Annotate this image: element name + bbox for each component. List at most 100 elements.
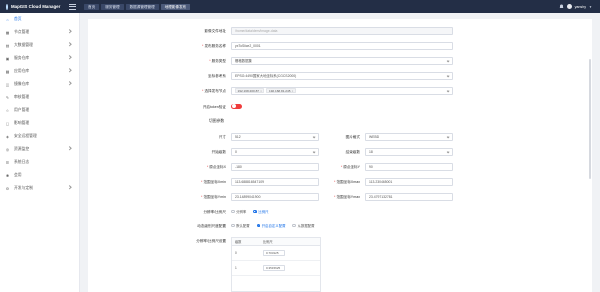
sidebar-item-service-warehouse[interactable]: ▣ 服务仓库: [0, 52, 79, 65]
service-type-label: *服务类型: [209, 59, 226, 63]
breadcrumb-datasource[interactable]: 数据源管理管理: [125, 3, 159, 10]
bell-icon[interactable]: [559, 4, 564, 9]
chevron-down-icon: [446, 74, 450, 79]
breadcrumb-current[interactable]: 地理影像发布: [160, 3, 191, 10]
source-file-input: /home/data/dem/image-data: [231, 27, 453, 35]
breadcrumb-home[interactable]: 首页: [84, 3, 100, 10]
chevron-down-icon: [446, 135, 450, 140]
main-content: 影像文件地址 /home/data/dem/image-data *发布服务名称…: [80, 13, 600, 292]
size-label: 尺寸: [218, 135, 226, 139]
node-tag[interactable]: 192.168.81.245 ×: [266, 88, 296, 94]
table-row: 1 0.3515625: [232, 261, 320, 276]
token-auth-switch[interactable]: [231, 103, 242, 109]
sidebar: ⌂ 首页 ▦ 节点管理 ▤ 大数据管理 ▣ 服务仓库 ▩ 应用仓库 ◫ 镜像仓库 ✎ 审核管理…: [0, 13, 80, 292]
sidebar-item-label: 审核管理: [14, 95, 30, 99]
brand[interactable]: MapGIS Cloud Manager: [0, 3, 60, 10]
radio-data-config[interactable]: 从数据配置: [292, 223, 315, 228]
publish-nodes-label: *选择发布节点: [202, 89, 226, 93]
user-name[interactable]: yanshy: [575, 5, 586, 9]
sidebar-item-app-warehouse[interactable]: ▩ 应用仓库: [0, 65, 79, 78]
sidebar-item-users[interactable]: ☺ 用户管理: [0, 104, 79, 117]
breadcrumb-service[interactable]: 服务管理: [101, 3, 124, 10]
app-icon: ▩: [5, 70, 10, 74]
radio-scale[interactable]: 比例尺: [253, 209, 269, 214]
scrollbar[interactable]: [589, 59, 591, 179]
user-menu[interactable]: yanshy ▼: [559, 4, 600, 9]
node-icon: ▦: [5, 31, 10, 35]
radio-custom-config[interactable]: 开启自定义配置: [256, 223, 285, 228]
sidebar-item-label: 安全远程管理: [14, 134, 37, 138]
scale-value-input[interactable]: 0.703125: [263, 250, 285, 256]
chevron-right-icon: [67, 146, 72, 151]
audit-icon: ✎: [5, 96, 10, 100]
sidebar-item-security[interactable]: ◈ 安全远程管理: [0, 130, 79, 143]
sidebar-item-dev[interactable]: ⚙ 开发与定制: [0, 182, 79, 195]
sidebar-item-home[interactable]: ⌂ 首页: [0, 13, 79, 26]
xmax-input[interactable]: 113.230465001: [365, 178, 453, 186]
sidebar-item-label: 系统日志: [14, 160, 30, 164]
sidebar-item-label: 影响管理: [14, 121, 30, 125]
avatar[interactable]: [566, 4, 572, 9]
chevron-right-icon: [67, 81, 72, 86]
start-level-label: 开始级数: [211, 150, 226, 154]
sidebar-item-label: 资源监控: [14, 147, 30, 151]
dynamic-config-label: 动态级别尺度配置: [197, 224, 226, 228]
radio-resolution[interactable]: 分辨率: [231, 209, 246, 214]
chevron-right-icon: [67, 55, 72, 60]
sidebar-item-star[interactable]: ✱ 会用: [0, 169, 79, 182]
service-name-input[interactable]: yxToSlice2_0001: [231, 42, 453, 50]
sidebar-item-image-warehouse[interactable]: ◫ 镜像仓库: [0, 78, 79, 91]
scale-settings-table: 级数 比例尺 0 0.703125 1 0.3515625: [231, 237, 321, 292]
node-tag[interactable]: 192.168.200.87 ×: [235, 88, 265, 94]
chevron-right-icon: [67, 42, 72, 47]
sidebar-item-label: 镜像仓库: [14, 82, 30, 86]
column-header-level: 级数: [235, 240, 242, 244]
logo-icon: [6, 3, 8, 10]
origin-y-label: *原点坐标Y: [340, 165, 360, 169]
sidebar-item-logs[interactable]: ☰ 系统日志: [0, 156, 79, 169]
row-level: 0: [235, 251, 237, 255]
sidebar-item-label: 开发与定制: [14, 186, 33, 190]
size-select[interactable]: 512: [231, 133, 319, 141]
log-icon: ☰: [5, 161, 10, 165]
chevron-down-icon: [312, 150, 316, 155]
sidebar-item-monitor[interactable]: ◎ 资源监控: [0, 143, 79, 156]
security-icon: ◈: [6, 135, 9, 139]
menu-toggle-icon[interactable]: [69, 3, 76, 10]
scale-value-input[interactable]: 0.3515625: [263, 265, 285, 271]
sidebar-item-label: 节点管理: [14, 30, 30, 34]
xmin-input[interactable]: 113.688816547109: [231, 178, 319, 186]
scale-resolution-radio-group: 分辨率 比例尺: [231, 209, 269, 214]
bigdata-icon: ▤: [5, 44, 10, 48]
origin-x-input[interactable]: -180: [231, 163, 319, 171]
breadcrumb: 首页 服务管理 数据源管理管理 地理影像发布: [84, 3, 191, 10]
close-icon[interactable]: ×: [292, 89, 294, 93]
chevron-down-icon[interactable]: ▼: [589, 5, 592, 9]
chevron-down-icon: [446, 150, 450, 155]
service-name-label: *发布服务名称: [202, 44, 226, 48]
sidebar-item-bigdata[interactable]: ▤ 大数据管理: [0, 39, 79, 52]
sidebar-item-impact[interactable]: ▢ 影响管理: [0, 117, 79, 130]
star-icon: ✱: [5, 174, 10, 178]
service-type-select[interactable]: 栅格数据集: [231, 57, 453, 65]
radio-default-config[interactable]: 默认配置: [231, 223, 250, 228]
reference-system-select[interactable]: EPSG:4490国家大地坐标系(CGCS2000): [231, 72, 453, 80]
row-level: 1: [235, 266, 237, 270]
sidebar-item-audit[interactable]: ✎ 审核管理: [0, 91, 79, 104]
end-level-select[interactable]: 18: [365, 148, 453, 156]
publish-nodes-select[interactable]: 192.168.200.87 × 192.168.81.245 ×: [231, 87, 453, 95]
sidebar-item-nodes[interactable]: ▦ 节点管理: [0, 26, 79, 39]
sidebar-item-label: 大数据管理: [14, 43, 33, 47]
close-icon[interactable]: ×: [260, 89, 262, 93]
ymax-label: *范围坐标Ymax: [334, 195, 360, 199]
ymin-input[interactable]: 23.14899041900: [231, 193, 319, 201]
ymax-input[interactable]: 23.4797132781: [365, 193, 453, 201]
start-level-select[interactable]: 0: [231, 148, 319, 156]
chevron-down-icon: [446, 89, 450, 94]
chevron-down-icon: [312, 135, 316, 140]
sidebar-item-label: 服务仓库: [14, 56, 30, 60]
tile-section-title: 切图参数: [209, 119, 225, 123]
impact-icon: ▢: [5, 122, 10, 126]
origin-y-input[interactable]: 90: [365, 163, 453, 171]
image-format-select[interactable]: WEBD: [365, 133, 453, 141]
